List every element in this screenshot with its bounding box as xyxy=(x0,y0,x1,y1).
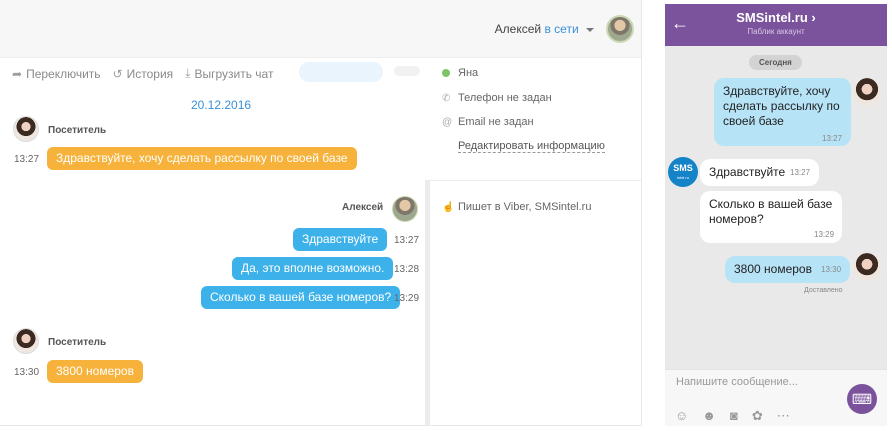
message-time: 13:29 xyxy=(394,293,420,304)
message-input[interactable]: Напишите сообщение... xyxy=(676,376,798,388)
chevron-down-icon xyxy=(586,27,594,32)
online-status-icon xyxy=(442,69,450,77)
viber-message-time: 13:30 xyxy=(821,265,842,274)
operator-avatar[interactable] xyxy=(606,15,634,43)
visitor-email-row: @ Email не задан xyxy=(442,116,534,128)
delivered-status: Доставлено xyxy=(804,287,843,294)
operator-message-bubble: Здравствуйте xyxy=(293,228,388,251)
visitor-message-bubble: 3800 номеров xyxy=(47,360,143,383)
more-icon[interactable]: ⋯ xyxy=(777,408,790,424)
visitor-avatar xyxy=(13,328,39,354)
panel-scrollbar[interactable] xyxy=(425,180,430,425)
visitor-email: Email не задан xyxy=(458,116,534,128)
operator-message-bubble: Сколько в вашей базе номеров? xyxy=(201,286,401,309)
visitor-avatar xyxy=(853,78,881,106)
message-sender: Посетитель xyxy=(48,125,107,136)
screenshot-root: Алексей в сети ➦ Переключить ↺ История ⤓… xyxy=(0,0,892,431)
edit-info-link[interactable]: Редактировать информацию xyxy=(458,140,605,153)
message-time: 13:27 xyxy=(14,154,40,165)
visitor-avatar xyxy=(13,116,39,142)
keyboard-icon[interactable]: ⌨ xyxy=(847,384,877,414)
message-time: 13:30 xyxy=(14,367,40,378)
visitor-source: Пишет в Viber, SMSintel.ru xyxy=(458,201,592,213)
switch-label: Переключить xyxy=(26,66,101,81)
viber-message-time: 13:27 xyxy=(822,134,843,143)
doodle-icon[interactable]: ✿ xyxy=(752,408,763,424)
thumbs-up-icon: ☝ xyxy=(442,201,455,213)
operator-name: Алексей xyxy=(494,22,542,36)
chat-date: 20.12.2016 xyxy=(191,98,252,112)
viber-subtitle: Паблик аккаунт xyxy=(747,27,805,36)
visitor-phone: Телефон не задан xyxy=(458,92,552,104)
faded-control xyxy=(394,66,420,76)
viber-message-time: 13:29 xyxy=(814,230,835,239)
info-separator xyxy=(430,180,641,181)
composer-icons: ☺ ☻ ◙ ✿ ⋯ xyxy=(675,408,790,424)
history-label: История xyxy=(126,66,174,81)
viber-message-text: 3800 номеров xyxy=(734,262,812,276)
viber-chat-panel: ← SMSintel.ru › Паблик аккаунт Сегодня З… xyxy=(665,4,887,426)
history-icon: ↺ xyxy=(112,66,123,81)
history-button[interactable]: ↺ История xyxy=(113,66,174,81)
download-icon: ⤓ xyxy=(185,66,191,80)
visitor-avatar xyxy=(853,253,881,281)
viber-composer: Напишите сообщение... ⌨ ☺ ☻ ◙ ✿ ⋯ xyxy=(665,369,887,426)
sticker-icon[interactable]: ☺ xyxy=(675,408,688,424)
operator-header: Алексей в сети xyxy=(0,0,641,58)
message-sender: Посетитель xyxy=(48,337,107,348)
phone-icon: ✆ xyxy=(442,92,451,104)
message-time: 13:27 xyxy=(394,235,420,246)
operator-message-avatar xyxy=(392,196,418,222)
visitor-source-row: ☝ Пишет в Viber, SMSintel.ru xyxy=(442,201,591,213)
message-time: 13:28 xyxy=(394,264,420,275)
viber-header: ← SMSintel.ru › Паблик аккаунт xyxy=(665,4,887,46)
export-label: Выгрузить чат xyxy=(194,66,274,81)
sms-intel-avatar: SMS intel.ru xyxy=(668,157,698,187)
day-separator: Сегодня xyxy=(749,55,802,70)
visitor-name: Яна xyxy=(458,67,479,79)
message-sender: Алексей xyxy=(342,202,384,213)
operator-chat-panel: Алексей в сети ➦ Переключить ↺ История ⤓… xyxy=(0,0,642,426)
viber-message-text: Здравствуйте xyxy=(709,165,786,179)
viber-message-text: Здравствуйте, хочу сделать рассылку по с… xyxy=(723,84,840,128)
faded-button xyxy=(299,62,383,82)
visitor-phone-row: ✆ Телефон не задан xyxy=(442,92,552,104)
visitor-message-bubble: Здравствуйте, хочу сделать рассылку по с… xyxy=(47,147,357,170)
visitor-name-row: Яна xyxy=(442,67,478,79)
switch-button[interactable]: ➦ Переключить xyxy=(12,66,101,81)
at-icon: @ xyxy=(442,116,453,128)
operator-status: в сети xyxy=(544,22,579,36)
viber-message-time: 13:27 xyxy=(790,168,811,177)
viber-message-text: Сколько в вашей базе номеров? xyxy=(709,197,833,226)
chat-toolbar: ➦ Переключить ↺ История ⤓ Выгрузить чат xyxy=(12,66,273,81)
emoji-icon[interactable]: ☻ xyxy=(702,408,716,424)
share-icon: ➦ xyxy=(12,66,23,81)
export-chat-button[interactable]: ⤓ Выгрузить чат xyxy=(185,66,273,81)
operator-message-bubble: Да, это вполне возможно. xyxy=(232,257,394,280)
camera-icon[interactable]: ◙ xyxy=(730,408,738,424)
operator-user-menu[interactable]: Алексей в сети xyxy=(495,22,594,36)
viber-title[interactable]: SMSintel.ru › xyxy=(665,10,887,25)
